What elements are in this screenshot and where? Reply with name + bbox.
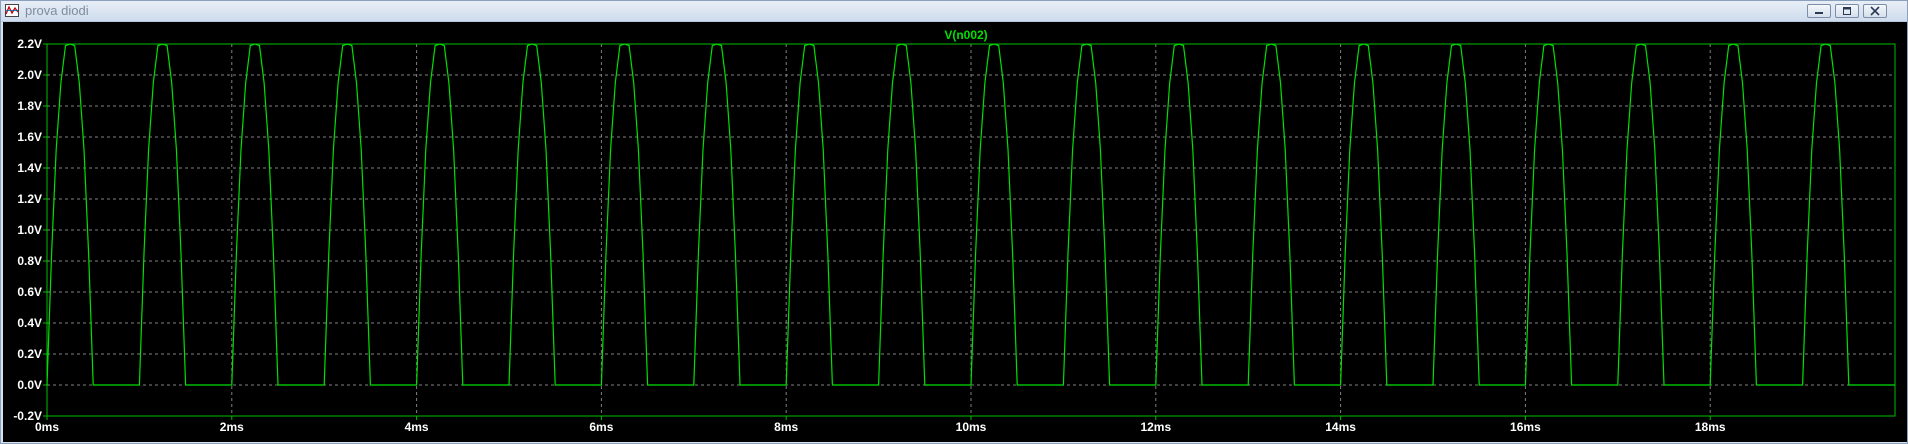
y-tick-label: 0.8V (17, 254, 42, 268)
x-tick-label: 6ms (589, 420, 613, 434)
y-tick-label: 0.2V (17, 347, 42, 361)
y-tick-label: 0.4V (17, 316, 42, 330)
x-tick-label: 14ms (1325, 420, 1356, 434)
restore-icon (1843, 7, 1851, 15)
x-axis-ticks: 0ms 2ms 4ms 6ms 8ms 10ms 12ms 14ms 16ms 18ms (35, 416, 1726, 434)
y-tick-label: 1.2V (17, 192, 42, 206)
x-tick-label: 4ms (405, 420, 429, 434)
x-tick-label: 0ms (35, 420, 59, 434)
x-tick-label: 8ms (774, 420, 798, 434)
y-tick-label: 1.6V (17, 130, 42, 144)
y-tick-label: 0.0V (17, 378, 42, 392)
title-bar[interactable]: prova diodi (1, 1, 1907, 22)
waveform-plot[interactable]: 2.2V 2.0V 1.8V 1.6V 1.4V 1.2V 1.0V 0.8V 0.6V 0.4V… (3, 22, 1907, 442)
plot-pane[interactable]: 2.2V 2.0V 1.8V 1.6V 1.4V 1.2V 1.0V 0.8V 0.6V 0.4V… (3, 22, 1907, 442)
y-axis-ticks: 2.2V 2.0V 1.8V 1.6V 1.4V 1.2V 1.0V 0.8V 0.6V 0.4V… (13, 37, 47, 423)
y-tick-label: 0.6V (17, 285, 42, 299)
grid-lines (47, 44, 1895, 416)
close-button[interactable] (1863, 4, 1887, 18)
x-tick-label: 12ms (1140, 420, 1171, 434)
waveform-app-icon (5, 4, 19, 17)
x-tick-label: 10ms (956, 420, 987, 434)
minimize-icon (1815, 12, 1823, 14)
y-tick-label: 2.0V (17, 68, 42, 82)
minimize-button[interactable] (1807, 4, 1831, 18)
waveform-window: prova diodi 2.2V 2.0V 1.8V 1.6V 1.4V 1.2V 1.0V… (0, 0, 1908, 444)
close-icon (1870, 6, 1880, 16)
window-title: prova diodi (25, 3, 89, 18)
y-tick-label: 1.8V (17, 99, 42, 113)
trace-title[interactable]: V(n002) (944, 28, 987, 42)
x-tick-label: 18ms (1695, 420, 1726, 434)
x-tick-label: 16ms (1510, 420, 1541, 434)
x-tick-label: 2ms (220, 420, 244, 434)
y-tick-label: 1.4V (17, 161, 42, 175)
y-tick-label: 2.2V (17, 37, 42, 51)
restore-button[interactable] (1835, 4, 1859, 18)
y-tick-label: 1.0V (17, 223, 42, 237)
